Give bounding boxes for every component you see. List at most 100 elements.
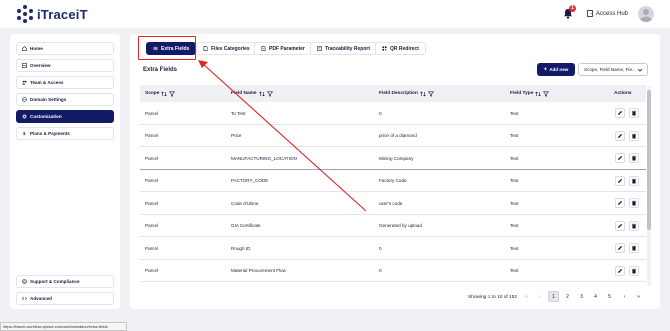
table-row[interactable]: Parcel FACTORY_CODE Factory Code Text	[140, 170, 646, 192]
filter-icon[interactable]	[427, 91, 434, 97]
tab-qr-redirect[interactable]: QR Redirect	[375, 42, 426, 55]
sidebar-item-advanced[interactable]: Advanced	[16, 292, 114, 305]
edit-button[interactable]	[615, 130, 625, 141]
table-row[interactable]: Parcel Price price of a diamond Text	[140, 125, 646, 147]
delete-button[interactable]	[629, 153, 639, 163]
tab-traceability-report[interactable]: Traceability Report	[310, 42, 378, 55]
cell-scope: Parcel	[145, 223, 159, 228]
delete-button[interactable]	[629, 243, 639, 253]
table-row[interactable]: Parcel Code d'Usine user's code Text	[140, 192, 646, 215]
cell-scope: Parcel	[145, 110, 159, 116]
app-logo[interactable]: iTraceiT	[16, 5, 88, 23]
cell-description: Mining Company	[379, 155, 414, 161]
cell-description: 0	[379, 268, 382, 273]
table-row[interactable]: Parcel Material Procurement Flow 0 Text	[140, 260, 646, 282]
column-label: Actions	[614, 91, 632, 96]
table-row[interactable]: Parcel To Test 0 Text	[140, 102, 646, 125]
sidebar-item-label: Support & Compliance	[30, 279, 80, 284]
logo-icon	[16, 5, 34, 23]
user-avatar[interactable]	[638, 6, 654, 22]
cell-field-name: FACTORY_CODE	[231, 178, 269, 183]
page-button-2[interactable]: 2	[562, 291, 573, 302]
column-header-scope[interactable]: Scope	[145, 85, 176, 102]
cell-scope: Parcel	[145, 155, 159, 161]
filter-icon[interactable]	[543, 91, 550, 97]
pencil-icon	[618, 133, 623, 138]
search-field-select[interactable]: Scope, Field Name, Fie...	[578, 63, 648, 76]
prev-page-button[interactable]: ‹	[534, 291, 545, 302]
access-hub-label: Access Hub	[596, 10, 629, 17]
delete-button[interactable]	[629, 265, 639, 276]
next-page-button[interactable]: ›	[619, 291, 630, 302]
first-page-button[interactable]: «	[521, 291, 532, 302]
delete-button[interactable]	[629, 175, 639, 186]
edit-button[interactable]	[615, 243, 625, 253]
add-new-button[interactable]: + Add new	[537, 63, 575, 76]
cell-type: Text	[510, 178, 519, 183]
sort-icon[interactable]	[258, 91, 265, 97]
table-scrollbar[interactable]	[647, 86, 651, 286]
delete-button[interactable]	[629, 198, 639, 208]
table-row[interactable]: Parcel GIA Certificate Generated by uplo…	[140, 215, 646, 237]
cell-scope: Parcel	[145, 268, 159, 273]
page-button-1[interactable]: 1	[548, 291, 559, 302]
sort-icon[interactable]	[535, 91, 542, 97]
cell-type: Text	[510, 200, 519, 206]
sidebar-item-home[interactable]: Home	[16, 42, 114, 55]
edit-button[interactable]	[615, 175, 625, 186]
column-header-field-type[interactable]: Field Type	[510, 85, 550, 102]
cell-description: 0	[379, 110, 382, 116]
notification-badge: 1	[569, 5, 576, 12]
sidebar-item-customization[interactable]: Customization	[16, 110, 114, 123]
cell-field-name: Rough ID	[231, 245, 251, 251]
column-header-field-description[interactable]: Field Description	[379, 85, 434, 102]
table-row[interactable]: Parcel MANUFACTURING_LOCATION Mining Com…	[140, 147, 646, 170]
main-panel: Extra Fields Files Categories PDF Parame…	[130, 34, 660, 309]
sidebar-item-domain-settings[interactable]: Domain Settings	[16, 93, 114, 106]
edit-button[interactable]	[615, 265, 625, 276]
table-row[interactable]: Parcel Rough ID 0 Text	[140, 237, 646, 260]
cell-type: Text	[510, 110, 519, 116]
sort-icon[interactable]	[161, 91, 168, 97]
sidebar-item-plans-payments[interactable]: $ Plans & Payments	[16, 127, 114, 140]
cell-field-name: GIA Certificate	[231, 223, 261, 228]
overview-icon	[22, 63, 27, 68]
edit-button[interactable]	[615, 153, 625, 163]
scrollbar-thumb[interactable]	[647, 90, 651, 230]
last-page-button[interactable]: »	[633, 291, 644, 302]
sidebar-item-overview[interactable]: Overview	[16, 59, 114, 72]
tab-label: QR Redirect	[390, 45, 419, 52]
qr-icon	[382, 46, 387, 51]
access-hub-link[interactable]: Access Hub	[587, 10, 628, 17]
trash-icon	[631, 155, 637, 161]
sidebar-item-support-compliance[interactable]: Support & Compliance	[16, 275, 114, 288]
edit-button[interactable]	[615, 108, 625, 118]
sidebar-item-label: Home	[30, 46, 43, 51]
globe-icon	[22, 97, 27, 102]
door-icon	[587, 10, 593, 17]
tab-pdf-parameter[interactable]: PDF Parameter	[254, 42, 312, 55]
sidebar: Home Overview Team & Access Domain Setti…	[10, 34, 120, 309]
delete-button[interactable]	[629, 220, 639, 231]
delete-button[interactable]	[629, 130, 639, 141]
edit-button[interactable]	[615, 198, 625, 208]
column-header-field-name[interactable]: Field Name	[231, 85, 273, 102]
sort-icon[interactable]	[420, 91, 426, 97]
cell-scope: Parcel	[145, 200, 159, 206]
page-button-4[interactable]: 4	[590, 291, 601, 302]
team-icon	[22, 80, 27, 85]
cell-description: Generated by upload	[379, 223, 422, 228]
cell-scope: Parcel	[145, 178, 159, 183]
edit-button[interactable]	[615, 220, 625, 231]
add-new-label: Add new	[549, 67, 569, 72]
sidebar-item-team-access[interactable]: Team & Access	[16, 76, 114, 89]
delete-button[interactable]	[629, 108, 639, 118]
filter-icon[interactable]	[169, 91, 176, 97]
filter-icon[interactable]	[266, 91, 273, 97]
trash-icon	[631, 133, 637, 138]
search-field-value: Scope, Field Name, Fie...	[584, 67, 636, 72]
top-header: iTraceiT 1 Access Hub	[0, 0, 670, 28]
page-button-5[interactable]: 5	[604, 291, 615, 302]
page-button-3[interactable]: 3	[576, 291, 587, 302]
tab-files-categories[interactable]: Files Categories	[196, 42, 257, 55]
